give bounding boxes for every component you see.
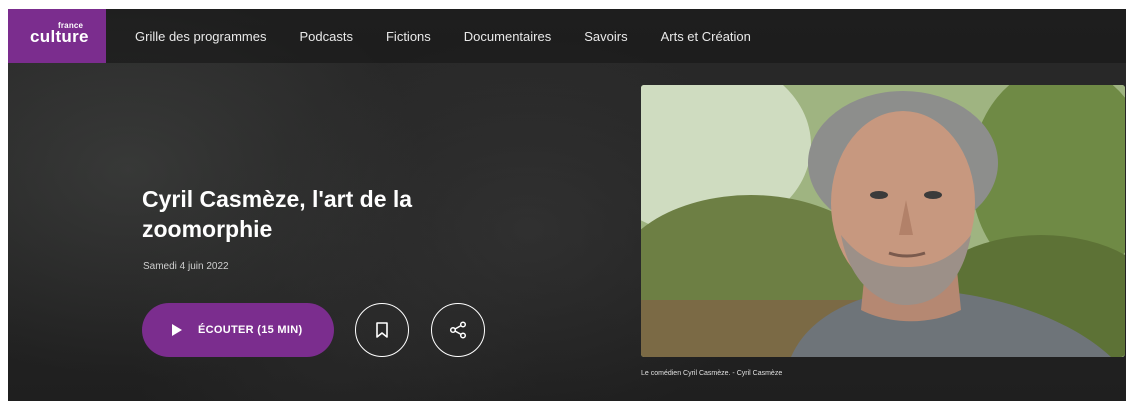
- episode-date: Samedi 4 juin 2022: [143, 261, 229, 272]
- logo-main-text: culture: [30, 27, 89, 46]
- top-navigation: france culture Grille des programmes Pod…: [8, 9, 1126, 63]
- share-button[interactable]: [431, 303, 485, 357]
- nav-item-fictions[interactable]: Fictions: [386, 29, 431, 44]
- nav-item-podcasts[interactable]: Podcasts: [300, 29, 353, 44]
- nav-links: Grille des programmes Podcasts Fictions …: [135, 9, 784, 63]
- france-culture-logo[interactable]: france culture: [8, 9, 106, 63]
- play-icon: [172, 324, 182, 336]
- bookmark-button[interactable]: [355, 303, 409, 357]
- nav-item-arts-creation[interactable]: Arts et Création: [661, 29, 751, 44]
- share-icon: [449, 321, 467, 339]
- nav-item-documentaires[interactable]: Documentaires: [464, 29, 551, 44]
- bookmark-icon: [376, 322, 388, 338]
- portrait-illustration: [641, 85, 1125, 357]
- listen-button[interactable]: ÉCOUTER (15 MIN): [142, 303, 334, 357]
- page-frame: france culture Grille des programmes Pod…: [8, 9, 1126, 401]
- photo-caption: Le comédien Cyril Casmèze. - Cyril Casmè…: [641, 370, 783, 377]
- episode-photo: [641, 85, 1125, 357]
- nav-item-grille[interactable]: Grille des programmes: [135, 29, 267, 44]
- episode-title: Cyril Casmèze, l'art de la zoomorphie: [142, 186, 413, 242]
- nav-item-savoirs[interactable]: Savoirs: [584, 29, 627, 44]
- listen-button-label: ÉCOUTER (15 MIN): [198, 324, 303, 336]
